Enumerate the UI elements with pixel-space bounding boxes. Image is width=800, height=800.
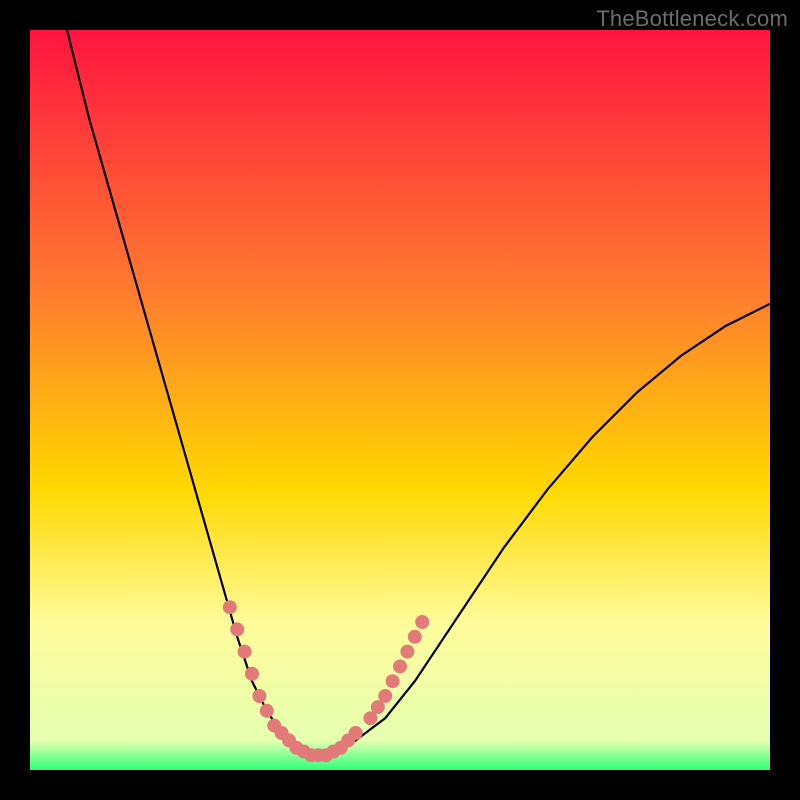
curve-marker (386, 674, 400, 688)
curve-marker (260, 704, 274, 718)
curve-layer (30, 30, 770, 770)
curve-marker (223, 600, 237, 614)
curve-marker (230, 622, 244, 636)
curve-marker (252, 689, 266, 703)
curve-marker (415, 615, 429, 629)
curve-marker (349, 726, 363, 740)
curve-marker (245, 667, 259, 681)
watermark-text: TheBottleneck.com (596, 6, 788, 32)
chart-container: TheBottleneck.com (0, 0, 800, 800)
marker-group (223, 600, 429, 762)
curve-marker (408, 630, 422, 644)
curve-marker (393, 659, 407, 673)
curve-marker (400, 645, 414, 659)
plot-area (30, 30, 770, 770)
bottleneck-curve (67, 30, 770, 755)
curve-marker (238, 645, 252, 659)
curve-marker (378, 689, 392, 703)
